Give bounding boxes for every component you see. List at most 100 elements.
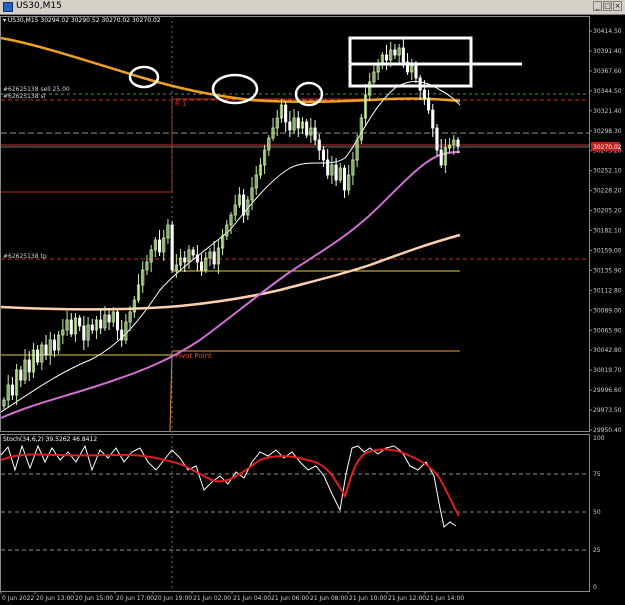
candle-body (107, 314, 111, 323)
drawn-annotations (128, 36, 522, 107)
candle-body (242, 194, 246, 216)
time-axis-label: 21 Jun 08:00 (310, 595, 348, 602)
candle-body (36, 349, 40, 363)
candle-body (401, 47, 405, 63)
price-scale-label: 30112.80 (593, 287, 622, 294)
candle-body (305, 121, 309, 136)
time-axis-label: 21 Jun 06:00 (271, 595, 309, 602)
candle-body (19, 369, 23, 381)
white-moving-average (0, 81, 461, 413)
candle-body (99, 319, 103, 329)
candlestick-series[interactable] (2, 37, 460, 409)
time-axis-label: 21 Jun 14:00 (426, 595, 464, 602)
candle-body (10, 384, 14, 396)
peach-moving-average (0, 233, 461, 311)
price-scale-label: 30159.00 (593, 247, 622, 254)
candle-body (191, 249, 195, 256)
candle-body (313, 127, 317, 141)
take-profit-label: #62625138 tp (3, 253, 47, 260)
candle-body (422, 89, 426, 99)
candle-body (418, 77, 422, 91)
candle-body (27, 359, 31, 373)
candle-body (439, 149, 443, 166)
candle-body (317, 139, 321, 151)
stoch-levels (1, 473, 589, 551)
time-axis-label: 20 Jun 19:00 (154, 595, 192, 602)
candle-body (90, 324, 94, 331)
time-axis-label: 20 Jun 17:00 (116, 595, 154, 602)
stoch-main-line (0, 444, 457, 528)
annotation-rectangle[interactable] (348, 36, 473, 88)
current-price-value: 30270.02 (593, 144, 622, 151)
symbol-info-line: ▾ US30,M15 30294.02 30290.52 30270.02 30… (3, 17, 161, 24)
stoch-scale-label: 0 (593, 584, 597, 591)
time-axis-label: 0 Jun 2022 (2, 595, 34, 602)
r1-label: R 1 (175, 100, 187, 108)
candle-body (427, 97, 431, 111)
candle-body (431, 109, 435, 129)
price-scale-label: 29950.40 (593, 427, 622, 434)
time-axis-label: 20 Jun 15:00 (75, 595, 113, 602)
time-axis-label: 21 Jun 10:00 (349, 595, 387, 602)
candle-body (78, 317, 82, 327)
price-scale-label: 30391.40 (593, 48, 622, 55)
price-scale-label: 30321.40 (593, 108, 622, 115)
stoch-scale-label: 25 (593, 547, 601, 554)
candle-body (414, 65, 418, 79)
price-scale-label: 30065.90 (593, 327, 622, 334)
candle-body (284, 104, 288, 123)
candle-body (170, 224, 174, 271)
sell-order-label: #62625138 sell 25.00 (3, 86, 70, 93)
candle-body (342, 167, 347, 191)
stoch-scale-label: 75 (593, 471, 601, 478)
candle-body (288, 121, 292, 131)
candle-body (44, 344, 48, 356)
price-scale-label: 30019.70 (593, 367, 622, 374)
price-scale-label: 29996.60 (593, 387, 622, 394)
price-scale-label: 30367.60 (593, 68, 622, 75)
candle-body (212, 251, 216, 265)
price-scale-label: 30042.80 (593, 347, 622, 354)
price-scale-label: 30414.50 (593, 28, 622, 35)
candle-body (157, 239, 162, 253)
candle-body (321, 149, 326, 161)
candle-body (384, 54, 389, 61)
stoch-header: Stoch(34,6,2) 39.5262 46.8412 (3, 436, 97, 443)
stoch-scale: 100 75 50 25 0 (593, 435, 605, 591)
time-axis-label: 21 Jun 04:00 (233, 595, 271, 602)
time-axis[interactable]: 0 Jun 2022 20 Jun 13:00 20 Jun 15:00 20 Jun… (0, 591, 464, 602)
candle-body (393, 49, 397, 56)
candle-body (52, 339, 57, 351)
price-scale-label: 30228.20 (593, 188, 622, 195)
candle-body (456, 139, 460, 147)
price-scale[interactable]: 30414.50 30391.40 30367.60 30344.50 30321.40… (589, 28, 622, 434)
stoch-signal-line (0, 448, 460, 517)
price-scale-label: 30298.30 (593, 128, 622, 135)
candle-body (115, 311, 120, 331)
stop-loss-label: #62625138 sl (3, 93, 46, 100)
candle-body (120, 329, 124, 341)
price-scale-label: 29973.50 (593, 407, 622, 414)
stoch-scale-label: 50 (593, 509, 601, 516)
price-scale-label: 30205.20 (593, 208, 622, 215)
main-chart-frame (0, 16, 590, 432)
chart-canvas[interactable]: ▾ US30,M15 30294.02 30290.52 30270.02 30… (0, 0, 625, 605)
candle-body (82, 325, 86, 341)
pivot-label: Pivot Point (175, 352, 212, 360)
time-axis-label: 21 Jun 12:00 (388, 595, 426, 602)
candle-body (69, 319, 73, 335)
time-axis-label: 20 Jun 13:00 (36, 595, 74, 602)
chart-window: US30,M15 _ □ × ▾ US30,M15 30294.02 30290… (0, 0, 625, 605)
candle-body (334, 164, 338, 181)
stoch-scale-label: 100 (593, 435, 605, 442)
candle-body (183, 257, 187, 263)
price-scale-label: 30135.90 (593, 267, 622, 274)
candle-body (200, 261, 204, 271)
price-scale-label: 30344.50 (593, 88, 622, 95)
price-scale-label: 30252.10 (593, 168, 622, 175)
time-axis-label: 21 Jun 02:00 (193, 595, 231, 602)
price-scale-label: 30182.10 (593, 228, 622, 235)
price-scale-label: 30089.00 (593, 307, 622, 314)
candle-body (195, 254, 199, 263)
candle-body (326, 159, 330, 176)
